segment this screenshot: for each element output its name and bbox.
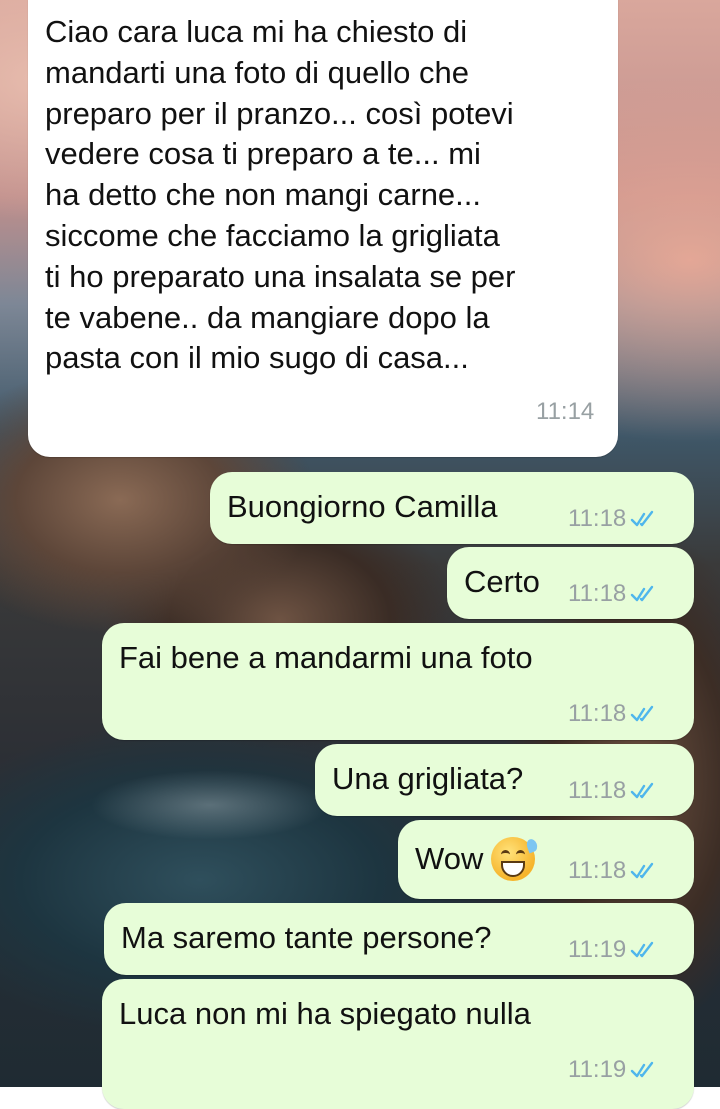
message-bubble-outgoing[interactable]: Luca non mi ha spiegato nulla 11:19 — [102, 979, 694, 1109]
message-text: Una grigliata? — [332, 761, 524, 796]
message-list[interactable]: Ciao cara luca mi ha chiesto di mandarti… — [0, 0, 720, 1109]
message-time: 11:18 — [568, 777, 627, 804]
message-bubble-outgoing[interactable]: Ma saremo tante persone? 11:19 — [104, 903, 694, 975]
message-text-body: Wow — [415, 840, 484, 876]
message-time: 11:19 — [568, 1056, 627, 1083]
message-bubble-outgoing[interactable]: Certo 11:18 — [447, 547, 694, 619]
message-text: Ciao cara luca mi ha chiesto di mandarti… — [45, 14, 516, 376]
message-time: 11:14 — [536, 398, 595, 425]
message-bubble-outgoing[interactable]: Wow 11:18 — [398, 820, 694, 899]
message-time: 11:18 — [568, 505, 627, 532]
double-check-icon — [631, 1061, 654, 1078]
message-time: 11:18 — [568, 857, 627, 884]
double-check-icon — [631, 705, 654, 722]
message-text: Luca non mi ha spiegato nulla — [119, 996, 531, 1031]
message-bubble-outgoing[interactable]: Buongiorno Camilla 11:18 — [210, 472, 694, 544]
message-time: 11:18 — [568, 700, 627, 727]
double-check-icon — [631, 941, 654, 958]
double-check-icon — [631, 510, 654, 527]
message-text: Buongiorno Camilla — [227, 489, 498, 524]
double-check-icon — [631, 862, 654, 879]
message-text: Fai bene a mandarmi una foto — [119, 640, 533, 675]
double-check-icon — [631, 782, 654, 799]
message-bubble-outgoing[interactable]: Fai bene a mandarmi una foto 11:18 — [102, 623, 694, 740]
message-time: 11:18 — [568, 580, 627, 607]
message-bubble-outgoing[interactable]: Una grigliata? 11:18 — [315, 744, 694, 816]
double-check-icon — [631, 585, 654, 602]
grinning-sweat-emoji-icon — [491, 837, 540, 881]
message-text: Wow — [415, 837, 540, 881]
message-text: Ma saremo tante persone? — [121, 920, 492, 955]
message-time: 11:19 — [568, 936, 627, 963]
message-text: Certo — [464, 564, 540, 599]
message-bubble-incoming[interactable]: Ciao cara luca mi ha chiesto di mandarti… — [28, 0, 618, 457]
